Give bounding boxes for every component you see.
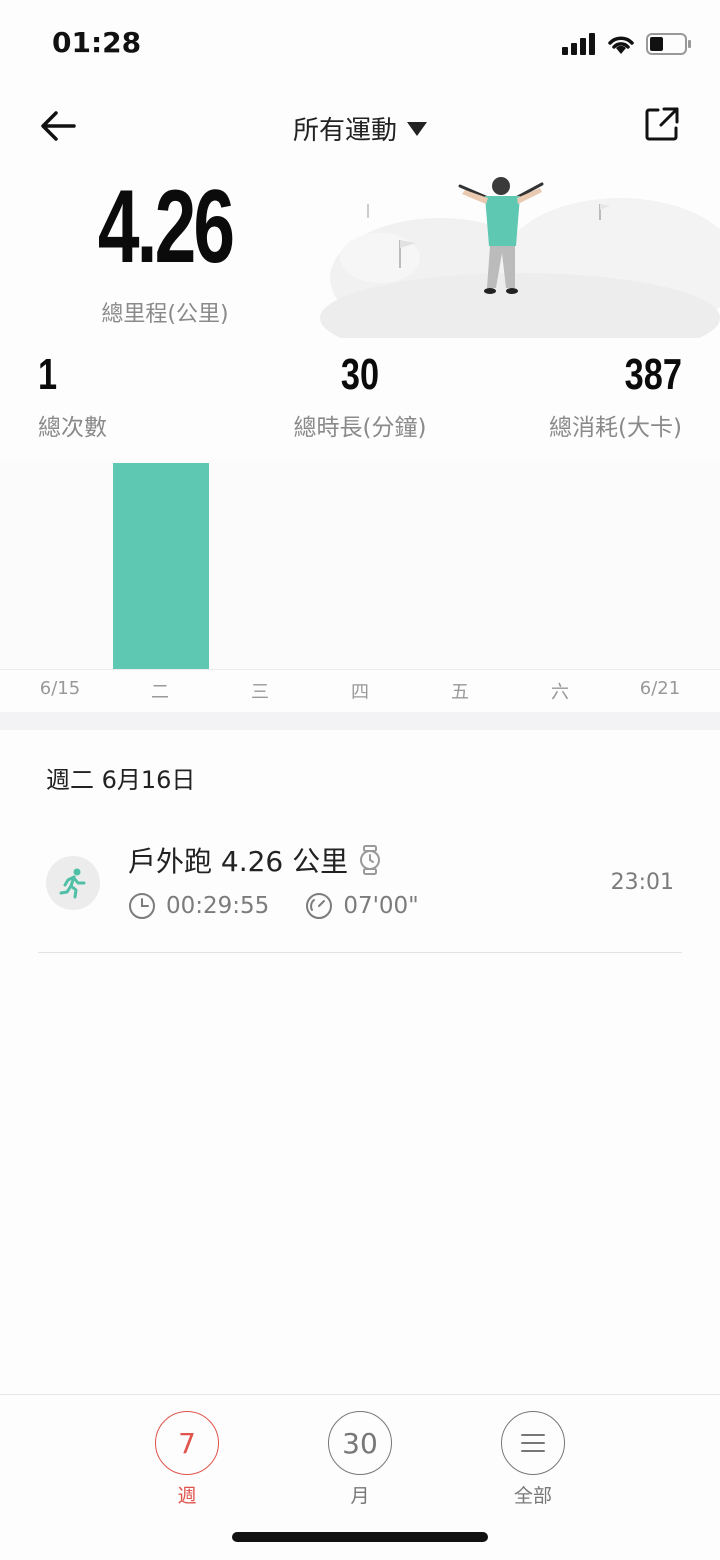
calories-label: 總消耗(大卡) (549, 415, 682, 441)
chart-bars (0, 463, 720, 670)
tab-all[interactable]: 全部 (488, 1411, 578, 1508)
signal-icon (562, 33, 595, 55)
chart-bar-1 (113, 463, 209, 669)
day-header: 週二 6月16日 (46, 766, 196, 794)
watch-icon (360, 845, 381, 875)
count-value: 1 (38, 350, 58, 399)
clock-icon (129, 893, 155, 919)
x-tick-label: 三 (251, 682, 269, 703)
calories-value: 387 (624, 350, 682, 399)
status-bar: 01:28 (0, 0, 720, 90)
entry-pace-value: 07'00" (343, 893, 419, 919)
tab-month-number: 30 (328, 1411, 392, 1475)
stat-count: 1 總次數 (38, 350, 107, 442)
battery-icon (646, 33, 691, 55)
home-indicator (232, 1532, 488, 1542)
entry-title: 戶外跑 4.26 公里 (128, 845, 349, 878)
x-tick-label: 五 (451, 682, 469, 703)
entry-pace: 07'00" (305, 892, 419, 920)
chart-x-axis: 6/15 二 三 四 五 六 6/21 (0, 678, 720, 708)
weekly-distance-chart: 6/15 二 三 四 五 六 6/21 (0, 460, 720, 710)
tab-week-label: 週 (177, 1485, 197, 1507)
tab-week[interactable]: 7 週 (142, 1411, 232, 1508)
duration-value: 30 (340, 350, 380, 399)
wifi-icon (608, 36, 634, 54)
tab-month-label: 月 (350, 1485, 370, 1507)
status-icons (562, 32, 692, 56)
entry-meta: 00:29:55 07'00" (128, 892, 419, 920)
nav-bar: 所有運動 (0, 96, 720, 156)
running-icon-badge (46, 856, 100, 910)
x-tick-label: 四 (351, 682, 369, 703)
section-divider (0, 712, 720, 730)
x-tick-label: 6/15 (39, 678, 81, 699)
entry-time: 23:01 (610, 870, 674, 895)
duration-label: 總時長(分鐘) (293, 415, 427, 441)
share-icon[interactable] (644, 106, 680, 142)
tab-month[interactable]: 30 月 (315, 1411, 405, 1508)
tab-all-label: 全部 (513, 1485, 552, 1507)
count-label: 總次數 (38, 415, 107, 441)
x-tick-label: 六 (551, 682, 569, 703)
x-tick-label: 6/21 (639, 678, 681, 699)
status-time: 01:28 (52, 26, 142, 59)
running-icon (59, 868, 86, 899)
menu-icon (521, 1434, 545, 1452)
summit-illustration (320, 177, 720, 338)
stat-calories: 387 總消耗(大卡) (549, 350, 682, 442)
total-distance-label: 總里程(公里) (101, 302, 229, 327)
caret-down-icon (407, 121, 427, 136)
pace-gauge-icon (306, 893, 333, 919)
entry-title-row: 戶外跑 4.26 公里 (128, 840, 382, 880)
workout-entry[interactable]: 戶外跑 4.26 公里 00:29:55 07'00" 23:01 (38, 820, 682, 953)
stats-row: 1 總次數 30 總時長(分鐘) 387 總消耗(大卡) (0, 350, 720, 450)
x-tick-label: 二 (151, 682, 169, 703)
entry-duration: 00:29:55 (128, 892, 269, 920)
distance-summary: 4.26 總里程(公里) (0, 160, 720, 340)
tab-all-circle (501, 1411, 565, 1475)
entry-duration-value: 00:29:55 (166, 893, 270, 919)
tab-week-number: 7 (155, 1411, 219, 1475)
total-distance-value: 4.26 (97, 169, 235, 285)
sport-filter-dropdown[interactable]: 所有運動 (0, 110, 720, 147)
stat-duration: 30 總時長(分鐘) (260, 350, 460, 442)
sport-filter-label: 所有運動 (292, 116, 397, 146)
